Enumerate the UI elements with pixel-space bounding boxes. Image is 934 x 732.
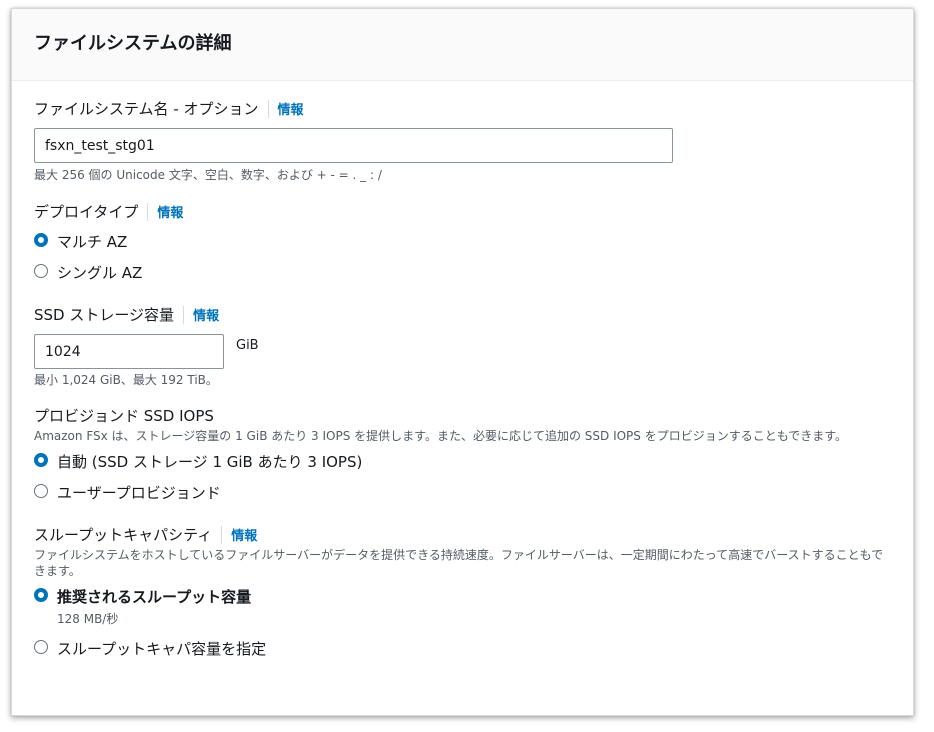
panel-title: ファイルシステムの詳細 <box>34 33 232 54</box>
file-system-details-panel: ファイルシステムの詳細 ファイルシステム名 - オプション 情報 最大 256 … <box>11 8 914 716</box>
throughput-info-link[interactable]: 情報 <box>231 525 257 544</box>
fs-name-label-row: ファイルシステム名 - オプション 情報 <box>34 98 893 119</box>
radio-checked-icon[interactable] <box>34 233 48 247</box>
ssd-storage-constraint: 最小 1,024 GiB、最大 192 TiB。 <box>34 373 218 387</box>
deploy-type-option-single-az[interactable]: シングル AZ <box>34 262 893 283</box>
radio-label: マルチ AZ <box>57 233 128 251</box>
deploy-type-info-link[interactable]: 情報 <box>157 202 183 221</box>
info-divider <box>221 525 223 544</box>
radio-label: スループットキャパ容量を指定 <box>57 640 267 658</box>
radio-label: 推奨されるスループット容量 <box>57 588 252 606</box>
throughput-option-recommended[interactable]: 推奨されるスループット容量 128 MB/秒 <box>34 586 893 627</box>
radio-label: シングル AZ <box>57 264 143 282</box>
throughput-option-specify[interactable]: スループットキャパ容量を指定 <box>34 638 893 659</box>
throughput-label-row: スループットキャパシティ 情報 <box>34 524 893 545</box>
panel-header: ファイルシステムの詳細 <box>12 9 913 81</box>
ssd-storage-input[interactable] <box>34 334 224 369</box>
fs-name-input[interactable] <box>34 128 673 163</box>
radio-checked-icon[interactable] <box>34 453 48 467</box>
deploy-type-option-multi-az[interactable]: マルチ AZ <box>34 231 893 252</box>
radio-sublabel: 128 MB/秒 <box>57 612 119 626</box>
iops-option-automatic[interactable]: 自動 (SSD ストレージ 1 GiB あたり 3 IOPS) <box>34 451 893 472</box>
info-divider <box>147 202 149 221</box>
radio-label: ユーザープロビジョンド <box>57 484 221 502</box>
throughput-label: スループットキャパシティ <box>34 526 213 544</box>
ssd-storage-label-row: SSD ストレージ容量 情報 <box>34 304 893 325</box>
info-divider <box>183 305 185 324</box>
info-divider <box>267 99 269 118</box>
ssd-storage-label: SSD ストレージ容量 <box>34 306 175 324</box>
iops-description: Amazon FSx は、ストレージ容量の 1 GiB あたり 3 IOPS を… <box>34 429 848 443</box>
radio-unchecked-icon[interactable] <box>34 484 48 498</box>
ssd-storage-input-row: GiB <box>34 334 893 369</box>
iops-label-row: プロビジョンド SSD IOPS <box>34 405 893 426</box>
deploy-type-label-row: デプロイタイプ 情報 <box>34 201 893 222</box>
radio-checked-icon[interactable] <box>34 588 48 602</box>
fs-name-label: ファイルシステム名 - オプション <box>34 100 259 118</box>
iops-option-user-provisioned[interactable]: ユーザープロビジョンド <box>34 482 893 503</box>
radio-label: 自動 (SSD ストレージ 1 GiB あたり 3 IOPS) <box>57 453 363 471</box>
radio-unchecked-icon[interactable] <box>34 264 48 278</box>
ssd-storage-unit: GiB <box>236 338 259 353</box>
radio-unchecked-icon[interactable] <box>34 640 48 654</box>
fs-name-info-link[interactable]: 情報 <box>278 99 304 118</box>
deploy-type-label: デプロイタイプ <box>34 203 139 221</box>
ssd-storage-info-link[interactable]: 情報 <box>193 305 219 324</box>
iops-label: プロビジョンド SSD IOPS <box>34 407 214 425</box>
throughput-description: ファイルシステムをホストしているファイルサーバーがデータを提供できる持続速度。フ… <box>34 548 884 578</box>
fs-name-constraint: 最大 256 個の Unicode 文字、空白、数字、および + - = . _… <box>34 168 382 182</box>
